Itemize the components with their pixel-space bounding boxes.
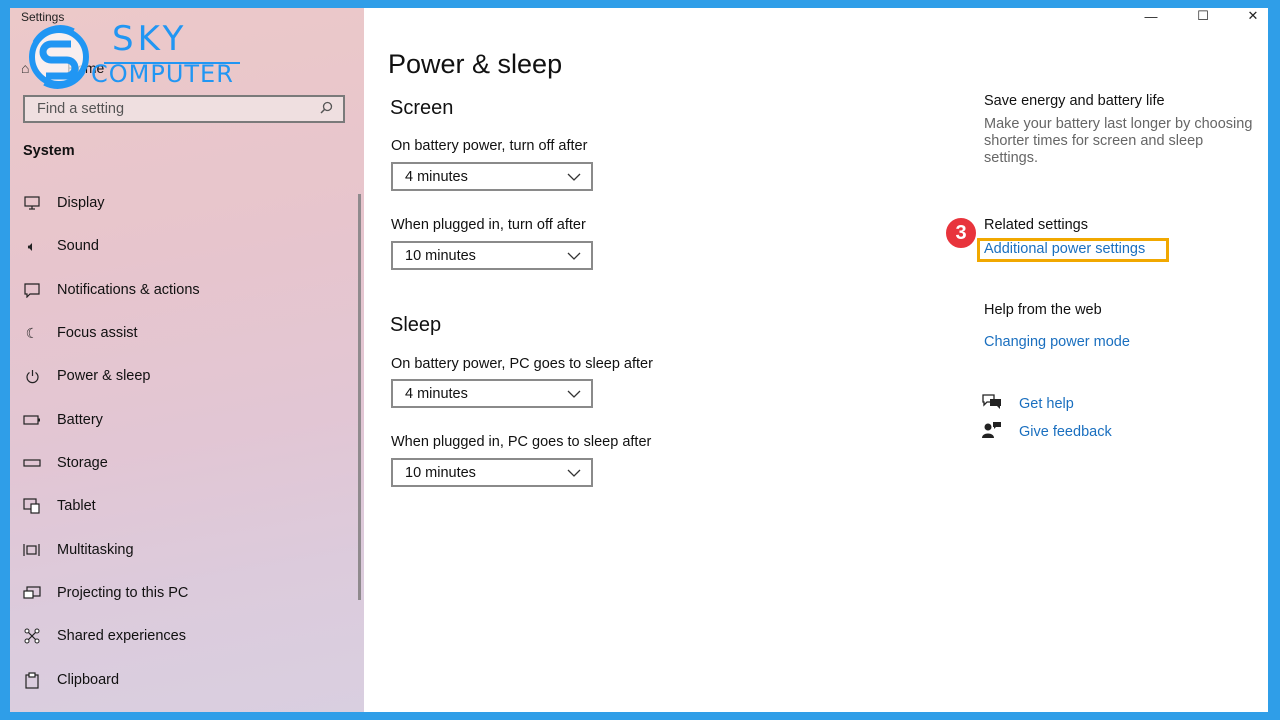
sidebar-item-storage[interactable]: Storage (21, 449, 351, 477)
shared-icon (21, 628, 43, 644)
battery-icon (21, 415, 43, 425)
sidebar-item-label: Sound (57, 238, 99, 254)
power-icon (21, 369, 43, 384)
screen-battery-label: On battery power, turn off after (391, 138, 588, 154)
sidebar-item-shared-experiences[interactable]: Shared experiences (21, 622, 351, 650)
give-feedback-row[interactable]: Give feedback (982, 421, 1112, 443)
give-feedback-link: Give feedback (1019, 424, 1112, 440)
help-web-heading: Help from the web (984, 302, 1102, 318)
related-settings-heading: Related settings (984, 217, 1088, 233)
chat-help-icon (982, 393, 1004, 415)
sidebar-item-notifications[interactable]: Notifications & actions (21, 276, 351, 304)
search-placeholder: Find a setting (37, 101, 125, 117)
clipboard-icon (21, 671, 43, 689)
settings-window: Settings ⌂ Home SKY COMPUTER Find a sett… (10, 8, 1268, 712)
sidebar-item-clipboard[interactable]: Clipboard (21, 666, 351, 694)
projecting-icon (21, 585, 43, 601)
screen-plugged-label: When plugged in, turn off after (391, 217, 586, 233)
sidebar-item-multitasking[interactable]: Multitasking (21, 536, 351, 564)
sidebar-item-label: Multitasking (57, 542, 134, 558)
chevron-down-icon (567, 469, 581, 477)
sidebar-item-sound[interactable]: 🔈︎ Sound (21, 232, 351, 260)
additional-power-settings-link[interactable]: Additional power settings (984, 241, 1145, 257)
minimize-button[interactable]: — (1128, 8, 1174, 24)
multitasking-icon (21, 543, 43, 557)
sidebar-item-battery[interactable]: Battery (21, 406, 351, 434)
page-title: Power & sleep (388, 49, 563, 79)
save-energy-description: Make your battery last longer by choosin… (984, 116, 1253, 166)
sidebar: Settings ⌂ Home SKY COMPUTER Find a sett… (10, 8, 364, 712)
tablet-icon (21, 498, 43, 514)
dropdown-value: 10 minutes (405, 464, 476, 481)
get-help-link: Get help (1019, 396, 1074, 412)
sidebar-item-label: Display (57, 195, 105, 211)
sleep-plugged-label: When plugged in, PC goes to sleep after (391, 434, 652, 450)
monitor-icon (21, 196, 43, 210)
notification-icon (21, 282, 43, 298)
screen-plugged-dropdown[interactable]: 10 minutes (391, 241, 593, 270)
sidebar-item-label: Tablet (57, 498, 96, 514)
maximize-icon: ☐ (1197, 8, 1209, 23)
sidebar-item-display[interactable]: Display (21, 189, 351, 217)
sidebar-item-label: Projecting to this PC (57, 585, 189, 601)
chevron-down-icon (567, 173, 581, 181)
dropdown-value: 4 minutes (405, 168, 468, 185)
sidebar-item-tablet[interactable]: Tablet (21, 492, 351, 520)
sidebar-item-label: Focus assist (57, 325, 138, 341)
step-badge: 3 (944, 216, 978, 250)
sidebar-item-label: Power & sleep (57, 368, 151, 384)
search-icon (320, 101, 333, 117)
speaker-icon: 🔈︎ (27, 237, 37, 254)
search-input[interactable]: Find a setting (23, 95, 345, 123)
sidebar-item-label: Clipboard (57, 672, 120, 688)
sidebar-item-label: Storage (57, 455, 108, 471)
sidebar-scrollbar[interactable] (358, 194, 361, 600)
logo-text-computer: COMPUTER (91, 60, 234, 88)
sidebar-item-projecting[interactable]: Projecting to this PC (21, 579, 351, 607)
dropdown-value: 10 minutes (405, 247, 476, 264)
sleep-heading: Sleep (390, 314, 442, 336)
section-label-system: System (23, 143, 75, 159)
get-help-row[interactable]: Get help (982, 393, 1074, 415)
sleep-battery-label: On battery power, PC goes to sleep after (391, 356, 653, 372)
save-energy-heading: Save energy and battery life (984, 93, 1165, 109)
minimize-icon: — (1144, 8, 1158, 24)
chevron-down-icon (567, 390, 581, 398)
sidebar-item-label: Notifications & actions (57, 282, 200, 298)
close-button[interactable]: ✕ (1230, 8, 1268, 24)
sleep-plugged-dropdown[interactable]: 10 minutes (391, 458, 593, 487)
dropdown-value: 4 minutes (405, 385, 468, 402)
feedback-icon (982, 421, 1004, 443)
close-icon: ✕ (1247, 8, 1259, 23)
logo-text-sky: SKY (112, 19, 188, 59)
moon-icon: ☾ (25, 324, 39, 341)
maximize-button[interactable]: ☐ (1180, 8, 1226, 24)
storage-icon (21, 459, 43, 467)
screen-heading: Screen (390, 97, 454, 119)
sidebar-item-power-sleep[interactable]: Power & sleep (21, 362, 351, 390)
sidebar-item-label: Shared experiences (57, 628, 186, 644)
screen-battery-dropdown[interactable]: 4 minutes (391, 162, 593, 191)
sidebar-item-focus-assist[interactable]: ☾ Focus assist (21, 319, 351, 347)
chevron-down-icon (567, 252, 581, 260)
sidebar-item-label: Battery (57, 412, 103, 428)
changing-power-mode-link[interactable]: Changing power mode (984, 334, 1130, 350)
sleep-battery-dropdown[interactable]: 4 minutes (391, 379, 593, 408)
